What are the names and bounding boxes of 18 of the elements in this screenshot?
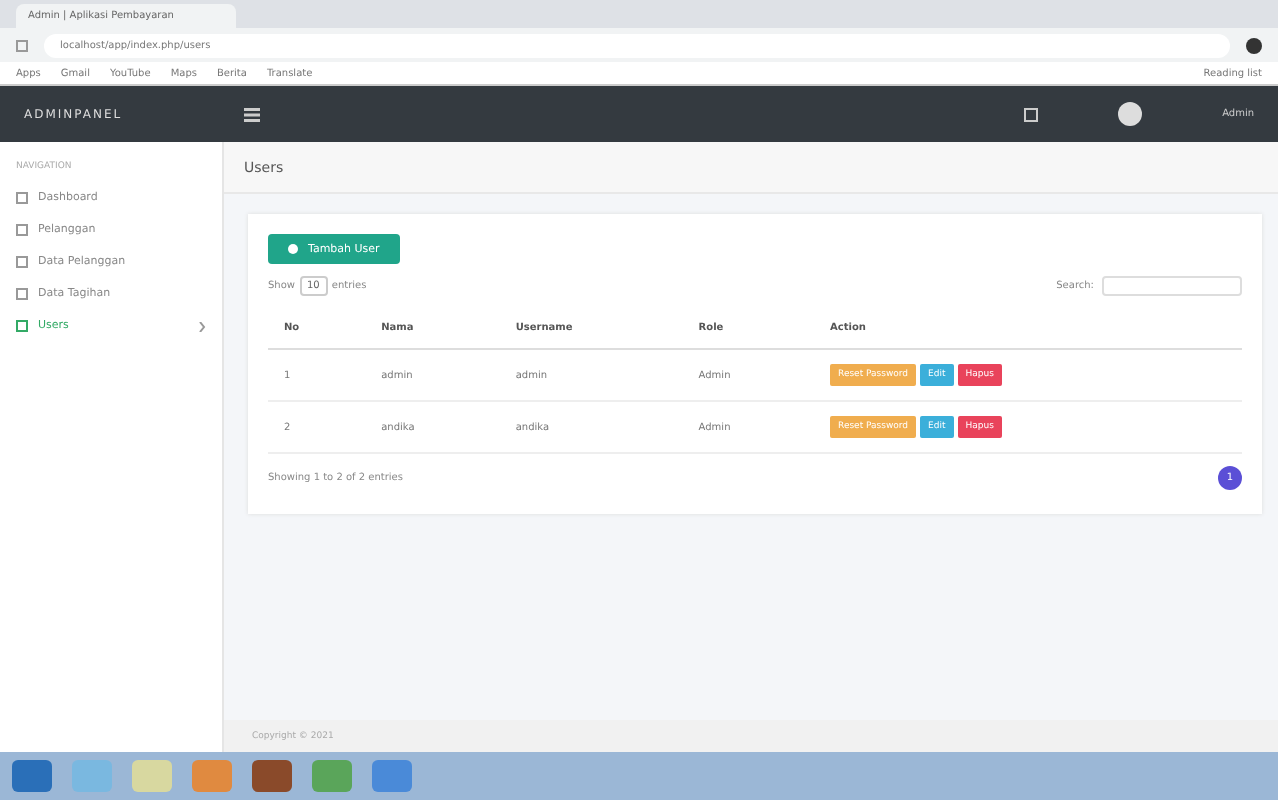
- taskbar-app-icon[interactable]: [72, 760, 112, 792]
- taskbar-app-icon[interactable]: [12, 760, 52, 792]
- nav-icon: [16, 256, 28, 268]
- taskbar-app-icon[interactable]: [132, 760, 172, 792]
- plus-circle-icon: [288, 244, 298, 254]
- menu-icon[interactable]: [244, 107, 260, 121]
- search-field[interactable]: [1102, 276, 1242, 296]
- nav-icon: [16, 288, 28, 300]
- taskbar-app-icon[interactable]: [192, 760, 232, 792]
- profile-icon[interactable]: [1246, 37, 1262, 53]
- nav-icon: [16, 192, 28, 204]
- taskbar-app-icon[interactable]: [372, 760, 412, 792]
- fullscreen-icon[interactable]: [1024, 107, 1039, 121]
- nav-icon: [16, 320, 28, 332]
- taskbar-app-icon[interactable]: [312, 760, 352, 792]
- nav-icon: [16, 224, 28, 236]
- avatar-icon: [1118, 102, 1143, 126]
- taskbar-app-icon[interactable]: [252, 760, 292, 792]
